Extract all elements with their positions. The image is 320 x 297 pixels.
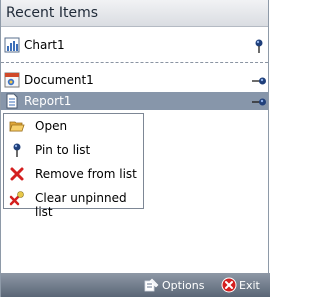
exit-button[interactable]: Exit [220,273,266,297]
context-menu: Open Pin to list Remove from list Clear … [3,113,144,219]
panel-header: Recent Items [1,0,268,27]
list-item-document1[interactable]: Document1 [1,71,268,89]
footer-bar: Options Exit [1,273,270,297]
list-item-chart1[interactable]: Chart1 [1,36,268,54]
pinned-pin-icon[interactable] [251,38,267,54]
list-item-label: Report1 [24,94,72,108]
menu-item-clear-unpinned-list[interactable]: Clear unpinned list [4,186,143,219]
menu-item-remove-from-list[interactable]: Remove from list [4,162,143,186]
unpinned-pin-icon[interactable] [251,73,267,89]
menu-item-label: Remove from list [35,167,137,181]
remove-icon [10,167,24,181]
exit-label: Exit [239,279,260,292]
menu-item-label: Pin to list [35,143,91,157]
exit-icon [221,277,237,293]
menu-item-label: Clear unpinned list [35,191,127,219]
report-icon [6,93,18,109]
unpinned-pin-icon[interactable] [251,94,267,110]
pin-icon [13,143,21,157]
menu-item-pin-to-list[interactable]: Pin to list [4,138,143,162]
list-separator [1,62,268,63]
panel-title: Recent Items [6,5,98,21]
options-label: Options [162,279,205,292]
list-item-label: Chart1 [24,38,65,52]
menu-item-open[interactable]: Open [4,114,143,138]
clear-list-icon [9,191,24,206]
list-item-report1[interactable]: Report1 [1,92,268,110]
document-icon [4,72,20,88]
folder-open-icon [9,121,25,132]
list-item-label: Document1 [24,73,94,87]
options-icon [144,278,159,292]
options-button[interactable]: Options [142,273,204,297]
recent-items-panel: Recent Items Chart1 Document1 Report1 Op… [0,0,270,297]
menu-item-label: Open [35,119,68,133]
chart-icon [4,37,20,53]
